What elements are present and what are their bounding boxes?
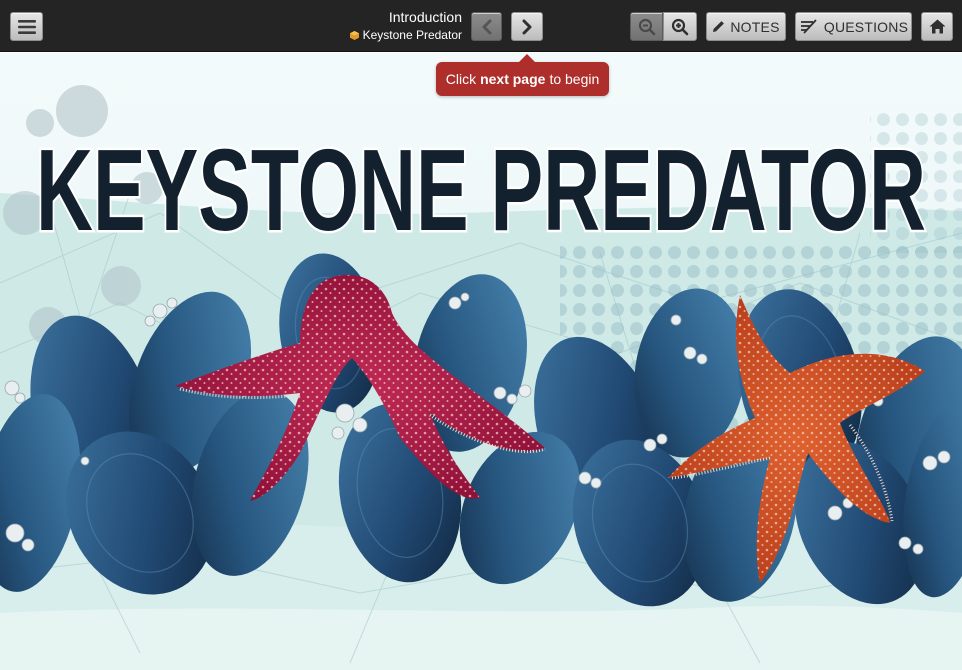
questions-button-label: QUESTIONS — [823, 18, 909, 35]
tooltip-suffix: to begin — [549, 71, 600, 87]
notes-button[interactable]: NOTES — [706, 12, 786, 41]
notes-button-label: NOTES — [730, 18, 780, 35]
chevron-right-icon — [522, 19, 532, 34]
tooltip-emphasis: next page — [480, 71, 546, 87]
hero-headline: KEYSTONE PREDATOR — [36, 125, 926, 255]
zoom-in-button[interactable] — [663, 12, 697, 41]
top-toolbar: Introduction Keystone Predator NOTES QUE… — [0, 0, 962, 52]
tooltip-prefix: Click — [445, 71, 477, 87]
lesson-title-block: Introduction Keystone Predator — [349, 9, 462, 44]
zoom-out-icon — [638, 18, 655, 35]
tidepool-artwork: KEYSTONE PREDATOR — [0, 53, 962, 670]
cube-icon — [349, 31, 359, 40]
next-page-button[interactable] — [511, 12, 543, 41]
zoom-out-button[interactable] — [630, 12, 663, 41]
questions-button[interactable]: QUESTIONS — [795, 12, 912, 41]
home-icon — [929, 19, 945, 34]
chevron-left-icon — [482, 19, 491, 34]
lesson-section-title: Introduction — [388, 9, 462, 25]
question-lines-icon — [800, 19, 817, 34]
previous-page-button[interactable] — [471, 12, 502, 41]
next-page-tooltip: Click next page to begin — [436, 54, 609, 96]
home-button[interactable] — [921, 12, 953, 41]
hamburger-icon — [17, 19, 36, 34]
title-slide-illustration: KEYSTONE PREDATOR — [0, 53, 962, 670]
zoom-in-icon — [671, 18, 689, 35]
pencil-icon — [713, 21, 725, 32]
lesson-name-row: Keystone Predator — [349, 27, 462, 44]
lesson-name: Keystone Predator — [362, 28, 462, 42]
menu-button[interactable] — [10, 12, 43, 41]
